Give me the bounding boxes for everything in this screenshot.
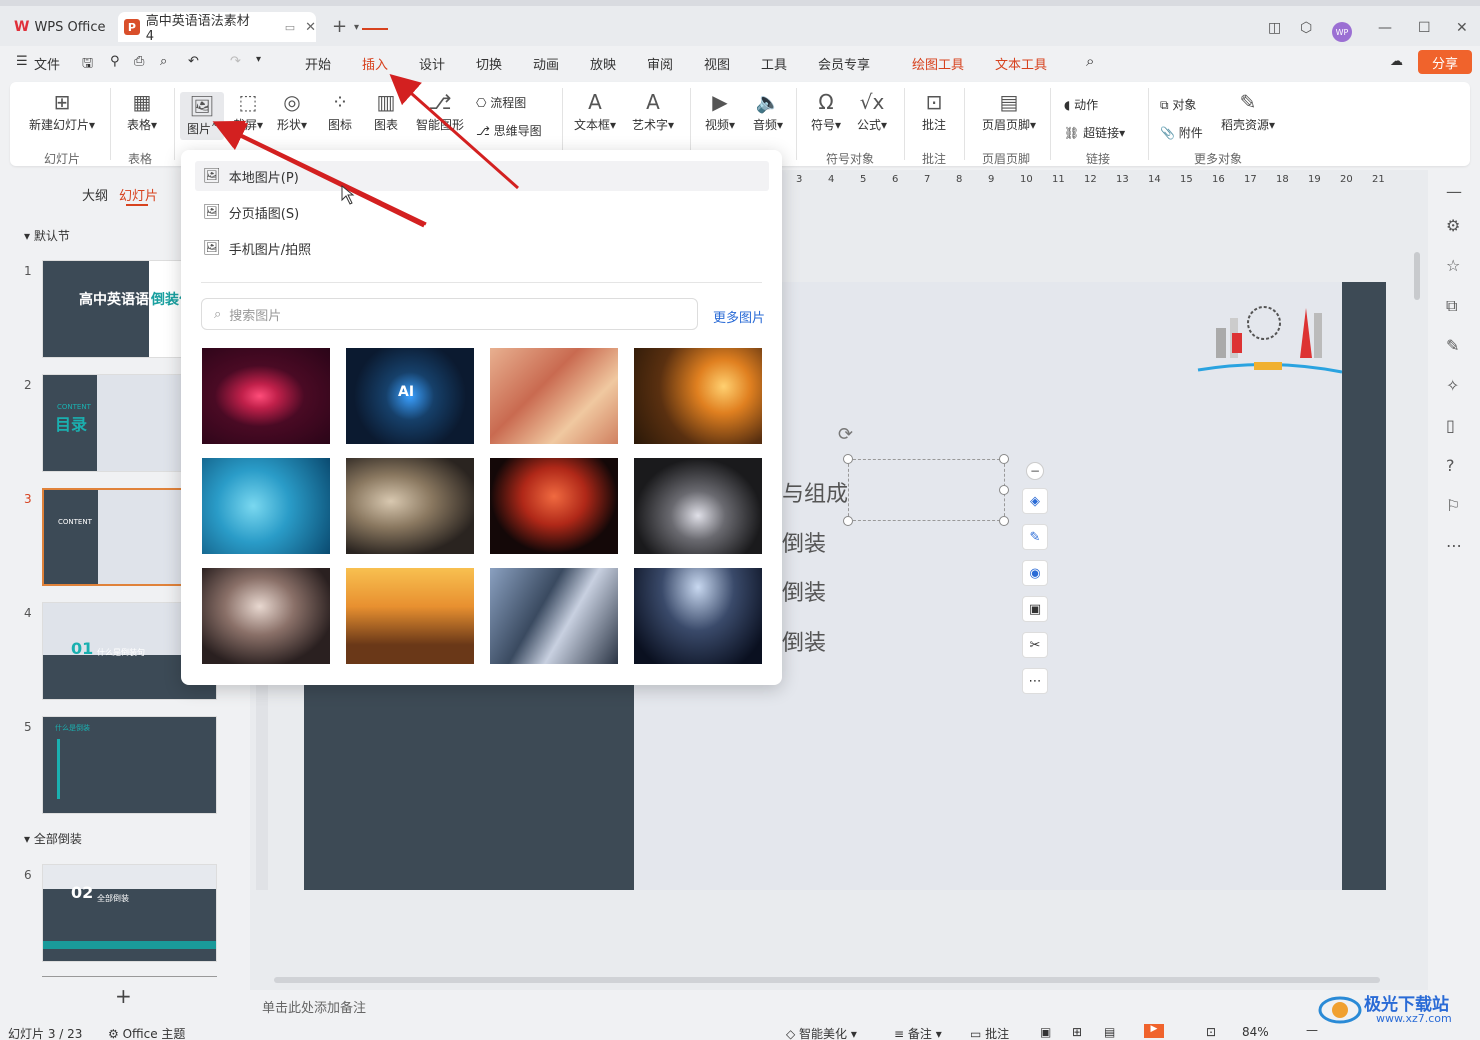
arrow-to-local-picture — [214, 123, 425, 228]
annotation-arrows — [212, 74, 519, 228]
arrow-to-insert-tab — [389, 74, 519, 190]
